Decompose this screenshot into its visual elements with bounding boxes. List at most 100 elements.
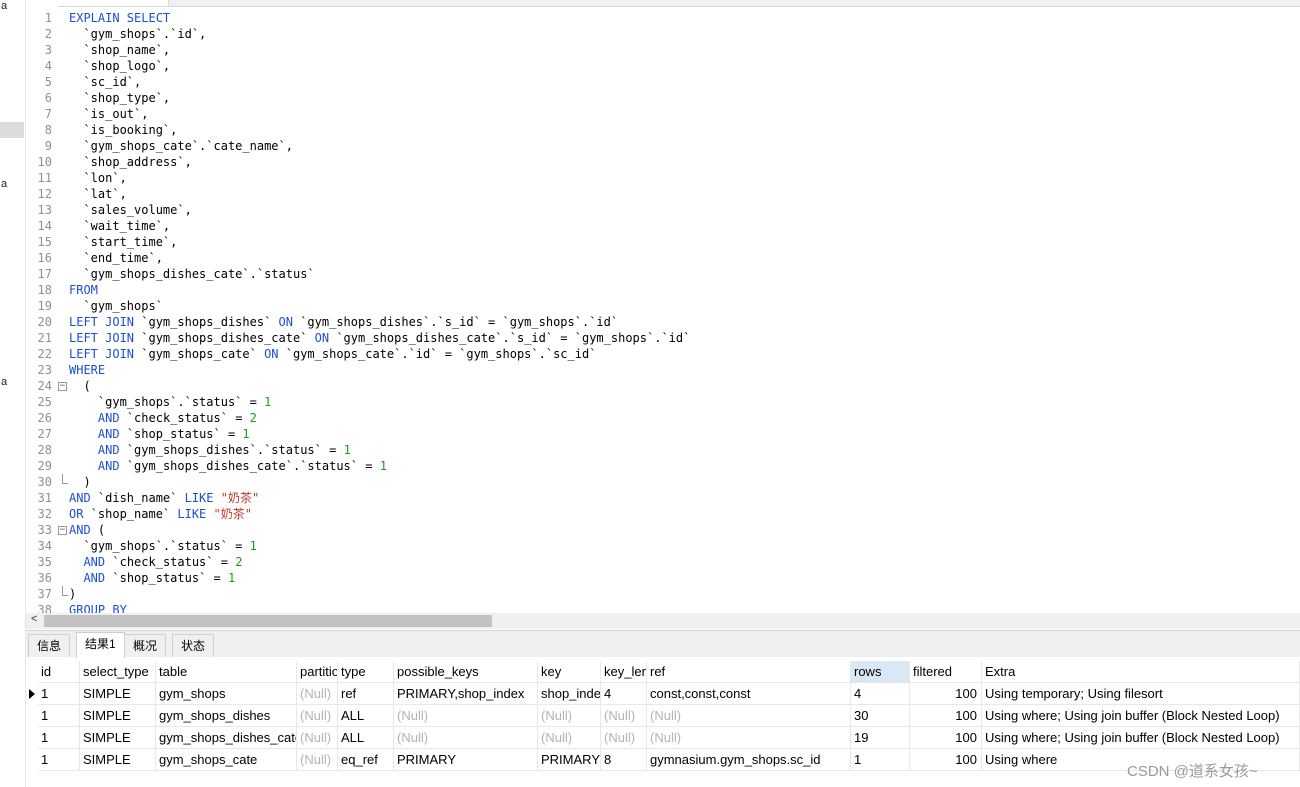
- table-cell[interactable]: (Null): [394, 727, 538, 749]
- table-cell[interactable]: SIMPLE: [80, 727, 156, 749]
- code-text: LEFT JOIN `gym_shops_cate` ON `gym_shops…: [69, 347, 597, 361]
- table-cell[interactable]: Using temporary; Using filesort: [982, 683, 1300, 705]
- scroll-left-icon[interactable]: <: [31, 613, 37, 625]
- code-text: AND `dish_name` LIKE "奶茶": [69, 491, 260, 505]
- line-number: 10: [37, 155, 52, 169]
- table-cell[interactable]: gym_shops_dishes: [156, 705, 297, 727]
- table-cell[interactable]: shop_index: [538, 683, 601, 705]
- column-header[interactable]: table: [156, 661, 297, 683]
- table-row[interactable]: 1 SIMPLE gym_shops (Null) ref PRIMARY,shop_in…: [26, 683, 1300, 705]
- table-cell[interactable]: PRIMARY: [538, 749, 601, 771]
- result-tab[interactable]: 状态: [172, 634, 215, 657]
- table-cell[interactable]: (Null): [647, 727, 851, 749]
- code-text: `shop_name`,: [69, 43, 171, 57]
- column-header[interactable]: possible_keys: [394, 661, 538, 683]
- column-header[interactable]: key_len: [601, 661, 647, 683]
- table-cell[interactable]: (Null): [297, 727, 338, 749]
- query-tab-active[interactable]: [58, 0, 169, 6]
- table-cell[interactable]: (Null): [297, 683, 338, 705]
- line-number: 21: [37, 331, 52, 345]
- table-cell[interactable]: (Null): [538, 705, 601, 727]
- table-cell[interactable]: (Null): [297, 705, 338, 727]
- column-header[interactable]: select_type: [80, 661, 156, 683]
- sql-editor[interactable]: 1 EXPLAIN SELECT 2 `gym_shops`.`id`, 3 `sho…: [30, 10, 1300, 613]
- editor-horizontal-scrollbar[interactable]: <: [26, 613, 1300, 629]
- table-cell[interactable]: const,const,const: [647, 683, 851, 705]
- result-tab[interactable]: 信息: [28, 634, 71, 657]
- table-cell[interactable]: PRIMARY: [394, 749, 538, 771]
- table-cell[interactable]: Using where; Using join buffer (Block Ne…: [982, 727, 1300, 749]
- code-text: `sales_volume`,: [69, 203, 192, 217]
- left-panel-strip: a a a: [0, 0, 26, 787]
- result-tab[interactable]: 结果1: [76, 632, 125, 658]
- table-cell[interactable]: 19: [851, 727, 910, 749]
- scrollbar-thumb[interactable]: [44, 615, 492, 627]
- line-number: 32: [37, 507, 52, 521]
- table-row[interactable]: 1 SIMPLE gym_shops_cate (Null) eq_ref PRIMARY…: [26, 749, 1300, 771]
- table-cell[interactable]: (Null): [601, 705, 647, 727]
- table-row[interactable]: 1 SIMPLE gym_shops_dishes (Null) ALL (Null) (N…: [26, 705, 1300, 727]
- table-cell[interactable]: (Null): [297, 749, 338, 771]
- table-cell[interactable]: ALL: [338, 727, 394, 749]
- fold-toggle-icon[interactable]: −: [58, 382, 67, 391]
- table-cell[interactable]: (Null): [647, 705, 851, 727]
- table-cell[interactable]: 8: [601, 749, 647, 771]
- left-panel-selection[interactable]: [0, 122, 24, 138]
- column-header[interactable]: partitions: [297, 661, 338, 683]
- column-header[interactable]: key: [538, 661, 601, 683]
- column-header[interactable]: Extra: [982, 661, 1300, 683]
- table-cell[interactable]: 100: [910, 727, 982, 749]
- code-text: FROM: [69, 283, 98, 297]
- table-cell[interactable]: (Null): [601, 727, 647, 749]
- result-tab[interactable]: 概况: [124, 634, 167, 657]
- table-cell[interactable]: 1: [851, 749, 910, 771]
- table-cell[interactable]: (Null): [538, 727, 601, 749]
- table-cell[interactable]: SIMPLE: [80, 749, 156, 771]
- column-header[interactable]: ref: [647, 661, 851, 683]
- table-cell[interactable]: gymnasium.gym_shops.sc_id: [647, 749, 851, 771]
- table-cell[interactable]: gym_shops_dishes_cate: [156, 727, 297, 749]
- table-cell[interactable]: 1: [38, 683, 80, 705]
- line-number: 20: [37, 315, 52, 329]
- table-cell[interactable]: 100: [910, 705, 982, 727]
- table-cell[interactable]: 100: [910, 749, 982, 771]
- fold-toggle-icon[interactable]: −: [58, 526, 67, 535]
- table-cell[interactable]: 1: [38, 749, 80, 771]
- table-cell[interactable]: SIMPLE: [80, 705, 156, 727]
- table-cell[interactable]: 1: [38, 705, 80, 727]
- code-text: `start_time`,: [69, 235, 178, 249]
- line-number: 19: [37, 299, 52, 313]
- code-text: `shop_type`,: [69, 91, 171, 105]
- line-number: 31: [37, 491, 52, 505]
- table-cell[interactable]: 1: [38, 727, 80, 749]
- table-cell[interactable]: ALL: [338, 705, 394, 727]
- table-cell[interactable]: (Null): [394, 705, 538, 727]
- line-number: 36: [37, 571, 52, 585]
- table-cell[interactable]: 4: [851, 683, 910, 705]
- table-cell[interactable]: gym_shops_cate: [156, 749, 297, 771]
- code-text: GROUP BY: [69, 603, 127, 613]
- left-panel-mark: a: [1, 178, 8, 190]
- column-header[interactable]: rows: [851, 661, 910, 683]
- table-cell[interactable]: 30: [851, 705, 910, 727]
- table-row[interactable]: 1 SIMPLE gym_shops_dishes_cate (Null) ALL (Nu…: [26, 727, 1300, 749]
- code-text: `gym_shops`.`status` = 1: [69, 539, 257, 553]
- code-text: AND `shop_status` = 1: [97, 427, 250, 441]
- line-number: 27: [37, 427, 52, 441]
- table-cell[interactable]: eq_ref: [338, 749, 394, 771]
- table-cell[interactable]: 100: [910, 683, 982, 705]
- table-cell[interactable]: Using where; Using join buffer (Block Ne…: [982, 705, 1300, 727]
- code-text: `sc_id`,: [69, 75, 142, 89]
- column-header[interactable]: id: [38, 661, 80, 683]
- line-number: 28: [37, 443, 52, 457]
- table-cell[interactable]: ref: [338, 683, 394, 705]
- column-header[interactable]: type: [338, 661, 394, 683]
- result-grid[interactable]: idselect_typetablepartitionstypepossible…: [26, 660, 1300, 787]
- table-cell[interactable]: SIMPLE: [80, 683, 156, 705]
- table-cell[interactable]: 4: [601, 683, 647, 705]
- code-text: (: [69, 379, 91, 393]
- line-number: 2: [44, 27, 52, 41]
- column-header[interactable]: filtered: [910, 661, 982, 683]
- table-cell[interactable]: gym_shops: [156, 683, 297, 705]
- table-cell[interactable]: PRIMARY,shop_index: [394, 683, 538, 705]
